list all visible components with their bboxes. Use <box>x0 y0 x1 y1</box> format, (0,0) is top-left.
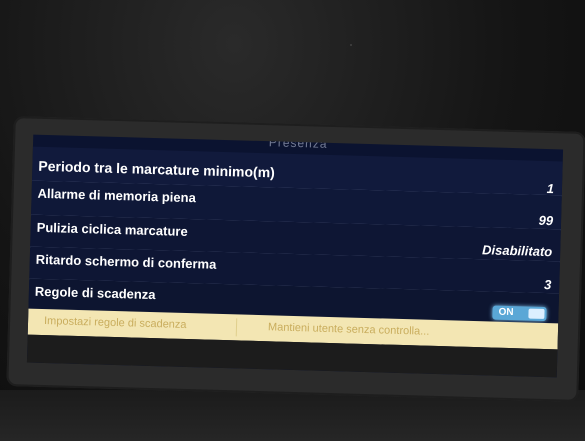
background-speck <box>350 44 352 46</box>
toggle-text: ON <box>498 306 514 319</box>
setting-value: 1 <box>546 181 555 197</box>
setting-label: Periodo tra le marcature minimo(m) <box>38 157 276 181</box>
setting-label: Regole di scadenza <box>34 283 156 303</box>
setting-label: Pulizia ciclica marcature <box>36 219 188 239</box>
setting-label: Allarme di memoria piena <box>37 185 197 206</box>
tab-divider <box>235 318 238 337</box>
setting-value: 3 <box>543 276 552 293</box>
setting-value: Disabilitato <box>481 242 553 260</box>
toggle-knob <box>528 308 545 319</box>
device-screen: Presenza Periodo tra le marcature minimo… <box>26 134 564 378</box>
setting-value: 99 <box>538 212 554 229</box>
tab-keep-user-without-check[interactable]: Mantieni utente senza controlla... <box>268 321 430 338</box>
tab-expiry-rules-settings[interactable]: Impostazi regole di scadenza <box>44 315 187 331</box>
setting-label: Ritardo schermo di conferma <box>35 251 217 272</box>
expiry-rules-toggle[interactable]: ON <box>492 305 547 322</box>
